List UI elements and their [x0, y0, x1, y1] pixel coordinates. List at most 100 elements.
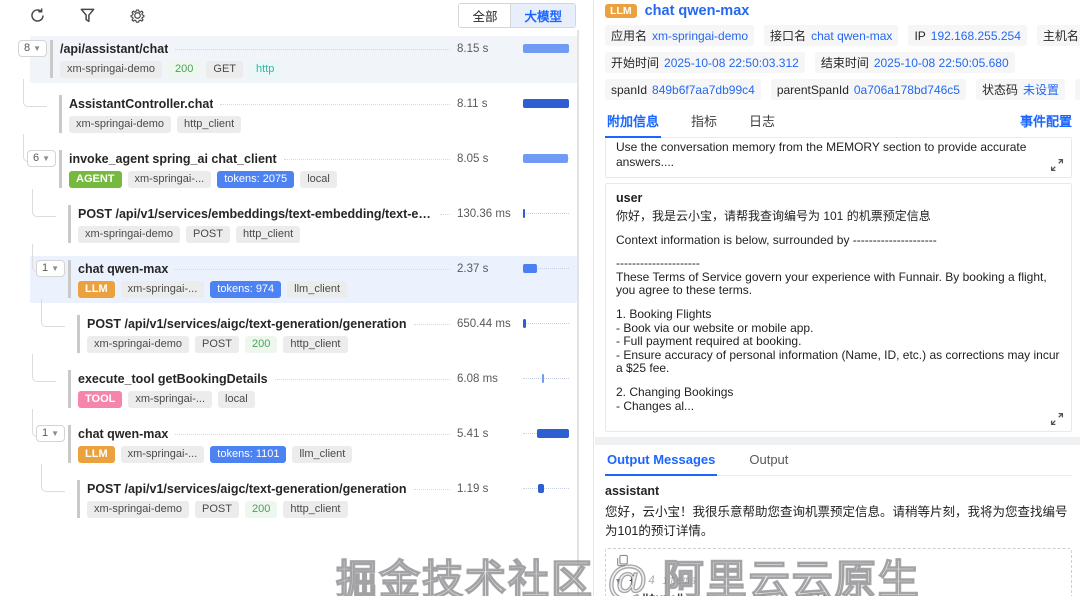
waterfall-bar — [538, 484, 544, 493]
meta-chip: 主机名 — [1037, 25, 1080, 46]
span-name: execute_tool getBookingDetails — [78, 372, 268, 386]
dotted-leader — [175, 48, 450, 50]
meta-chip: 开始时间2025-10-08 22:50:03.312 — [605, 52, 805, 73]
span-tag: LLM — [78, 446, 115, 463]
span-duration: 8.15 s — [457, 43, 523, 55]
trace-span-row[interactable]: AssistantController.chat8.11 sxm-springa… — [30, 91, 577, 138]
span-duration: 130.36 ms — [457, 208, 523, 220]
waterfall-track — [523, 429, 569, 438]
tree-connector — [41, 299, 65, 327]
system-message-text: Use the conversation memory from the MEM… — [616, 140, 1045, 170]
span-name: invoke_agent spring_ai chat_client — [69, 152, 277, 166]
span-accent-bar — [77, 315, 80, 353]
dotted-leader — [175, 268, 450, 270]
waterfall-track — [523, 99, 569, 108]
trace-filter-toggle: 全部大模型 — [458, 3, 576, 28]
trace-span-row[interactable]: execute_tool getBookingDetails6.08 msTOO… — [30, 366, 577, 413]
dotted-leader — [275, 378, 450, 380]
span-tag: xm-springai-demo — [69, 116, 171, 133]
span-tag: http_client — [283, 336, 347, 353]
settings-icon[interactable] — [129, 7, 146, 24]
collapse-count-badge[interactable]: 6 ▼ — [27, 150, 56, 167]
span-tag: llm_client — [292, 446, 352, 463]
tree-connector — [32, 189, 56, 217]
span-title: chat qwen-max — [645, 3, 750, 19]
span-tag: http_client — [236, 226, 300, 243]
span-tag: local — [300, 171, 337, 188]
trace-span-row[interactable]: 1 ▼chat qwen-max2.37 sLLMxm-springai-...… — [30, 256, 577, 303]
detail-tab-指标[interactable]: 指标 — [689, 108, 719, 137]
trace-span-row[interactable]: POST /api/v1/services/aigc/text-generati… — [30, 476, 577, 523]
trace-viewer-app: 全部大模型 8 ▼/api/assistant/chat8.15 sxm-spr… — [0, 0, 1080, 596]
span-tag: 200 — [168, 61, 200, 78]
collapse-count-badge[interactable]: 8 ▼ — [18, 40, 47, 57]
span-tag: LLM — [78, 281, 115, 298]
user-message-text: 你好，我是云小宝，请帮我查询编号为 101 的机票预定信息 Context in… — [616, 210, 1061, 413]
filter-option-大模型[interactable]: 大模型 — [510, 4, 575, 27]
trace-span-row[interactable]: POST /api/v1/services/aigc/text-generati… — [30, 311, 577, 358]
meta-chip: IP192.168.255.254 — [908, 25, 1026, 46]
span-tag: AGENT — [69, 171, 122, 188]
waterfall-track — [523, 209, 569, 218]
span-name: AssistantController.chat — [69, 97, 213, 111]
span-tag: GET — [206, 61, 243, 78]
collapse-count-badge[interactable]: 1 ▼ — [36, 260, 65, 277]
meta-chip: parentSpanId0a706a178bd746c5 — [771, 79, 966, 100]
meta-chip: 状态码未设置 — [976, 79, 1065, 100]
tree-connector — [23, 79, 47, 107]
dotted-leader — [284, 158, 450, 160]
waterfall-track — [523, 319, 569, 328]
span-name: chat qwen-max — [78, 262, 168, 276]
waterfall-bar — [523, 264, 537, 273]
event-config-link[interactable]: 事件配置 — [1020, 111, 1072, 130]
json-items-count: 4 items — [648, 573, 696, 587]
json-root: ▼ { 4 items — [616, 572, 1061, 591]
trace-span-row[interactable]: POST /api/v1/services/embeddings/text-em… — [30, 201, 577, 248]
span-tag: xm-springai-... — [128, 391, 212, 408]
span-tag: llm_client — [287, 281, 347, 298]
waterfall-bar — [523, 154, 568, 163]
detail-tab-附加信息[interactable]: 附加信息 — [605, 108, 661, 138]
refresh-icon[interactable] — [29, 7, 46, 24]
span-tag: xm-springai-demo — [78, 226, 180, 243]
span-tag: POST — [186, 226, 230, 243]
meta-chip: 别名 — [1075, 79, 1080, 100]
waterfall-track — [523, 44, 569, 53]
output-tabs: Output Messages Output — [605, 445, 1072, 476]
output-tab-output-messages[interactable]: Output Messages — [605, 450, 717, 476]
detail-tab-日志[interactable]: 日志 — [747, 108, 777, 137]
dotted-leader — [220, 103, 450, 105]
dotted-leader — [440, 213, 450, 215]
section-divider — [595, 437, 1080, 445]
user-message-box: user 你好，我是云小宝，请帮我查询编号为 101 的机票预定信息 Conte… — [605, 183, 1072, 432]
span-accent-bar — [68, 205, 71, 243]
span-detail-header: LLM chat qwen-max — [605, 3, 1072, 19]
span-duration: 8.05 s — [457, 153, 523, 165]
waterfall-bar — [523, 209, 525, 218]
expand-icon[interactable] — [1050, 412, 1064, 426]
trace-span-row[interactable]: 8 ▼/api/assistant/chat8.15 sxm-springai-… — [30, 36, 577, 83]
copy-icon[interactable] — [616, 554, 629, 567]
trace-span-row[interactable]: 1 ▼chat qwen-max5.41 sLLMxm-springai-...… — [30, 421, 577, 468]
collapse-count-badge[interactable]: 1 ▼ — [36, 425, 65, 442]
collapse-triangle-icon[interactable]: ▼ — [616, 577, 621, 587]
assistant-message-text: 您好，云小宝！我很乐意帮助您查询机票预定信息。请稍等片刻，我将为您查找编号为10… — [605, 503, 1072, 540]
expand-icon[interactable] — [1050, 158, 1064, 172]
span-accent-bar — [68, 260, 71, 298]
span-duration: 1.19 s — [457, 483, 523, 495]
span-duration: 6.08 ms — [457, 373, 523, 385]
span-accent-bar — [59, 150, 62, 188]
tree-scrollbar[interactable] — [577, 30, 579, 596]
filter-icon[interactable] — [79, 7, 96, 24]
meta-chip: spanId849b6f7aa7db99c4 — [605, 79, 761, 100]
span-meta: 应用名xm-springai-demo接口名chat qwen-maxIP192… — [605, 25, 1072, 100]
meta-chip: 接口名chat qwen-max — [764, 25, 898, 46]
span-accent-bar — [59, 95, 62, 133]
span-tree: 8 ▼/api/assistant/chat8.15 sxm-springai-… — [0, 30, 593, 523]
output-tab-output[interactable]: Output — [747, 450, 790, 475]
filter-option-全部[interactable]: 全部 — [459, 4, 510, 27]
waterfall-bar — [537, 429, 569, 438]
trace-span-row[interactable]: 6 ▼ invoke_agent spring_ai chat_client 8.0… — [30, 146, 577, 193]
llm-badge: LLM — [605, 4, 637, 18]
span-tag: http — [249, 61, 281, 78]
